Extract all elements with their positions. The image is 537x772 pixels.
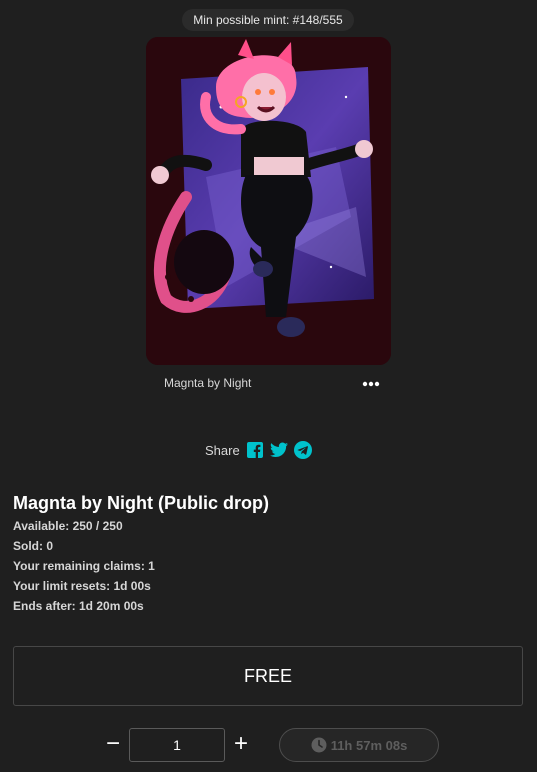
- min-mint-badge: Min possible mint: #148/555: [182, 9, 354, 31]
- quantity-increase-button[interactable]: +: [231, 732, 251, 756]
- drop-title: Magnta by Night (Public drop): [13, 493, 269, 513]
- quantity-input[interactable]: [129, 728, 225, 762]
- limit-resets: Your limit resets: 1d 00s: [13, 579, 151, 593]
- clock-icon: [311, 737, 327, 753]
- twitter-icon[interactable]: [269, 441, 288, 459]
- share-row: Share: [205, 440, 312, 460]
- more-icon[interactable]: [360, 374, 382, 392]
- card-title: Magnta by Night: [164, 376, 252, 390]
- drop-details: Available: 250 / 250 Sold: 0 Your remain…: [13, 518, 155, 618]
- available-count: Available: 250 / 250: [13, 519, 123, 533]
- claim-free-button[interactable]: FREE: [13, 646, 523, 706]
- remaining-claims: Your remaining claims: 1: [13, 559, 155, 573]
- countdown-text: 11h 57m 08s: [330, 737, 408, 753]
- telegram-icon[interactable]: [293, 441, 312, 459]
- artwork-image[interactable]: [146, 37, 391, 365]
- share-label: Share: [205, 442, 240, 458]
- quantity-decrease-button[interactable]: −: [103, 732, 123, 756]
- sold-count: Sold: 0: [13, 539, 54, 553]
- ends-after: Ends after: 1d 20m 00s: [13, 599, 144, 613]
- countdown-button[interactable]: 11h 57m 08s: [279, 728, 439, 762]
- facebook-icon[interactable]: [246, 441, 264, 459]
